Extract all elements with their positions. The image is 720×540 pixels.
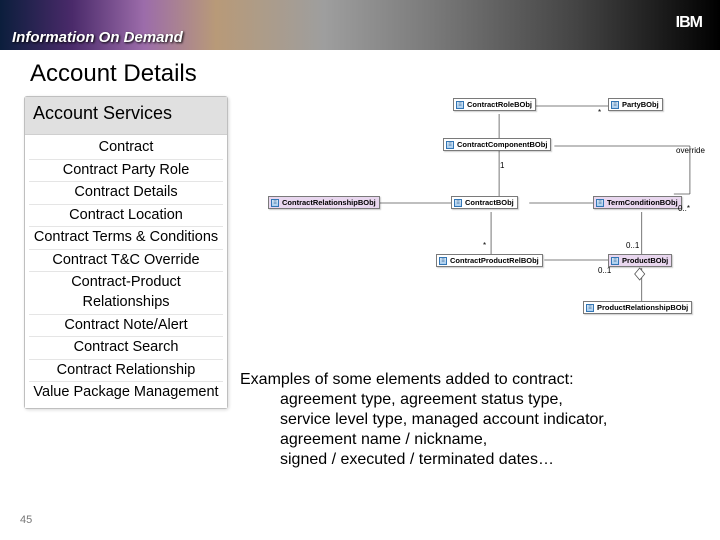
list-item: Contract Relationship: [29, 359, 223, 382]
uml-label: PartyBObj: [622, 100, 659, 109]
class-icon: ≡: [611, 101, 619, 109]
uml-label: ContractBObj: [465, 198, 514, 207]
uml-label: ProductRelationshipBObj: [597, 303, 688, 312]
account-services-panel: Account Services Contract Contract Party…: [24, 96, 228, 409]
examples-lead: Examples of some elements added to contr…: [240, 370, 607, 390]
panel-list: Contract Contract Party Role Contract De…: [25, 135, 227, 408]
mult-star: *: [483, 241, 486, 250]
uml-label: TermConditionBObj: [607, 198, 678, 207]
list-item: Contract Terms & Conditions: [29, 226, 223, 249]
mult-zero-one2: 0..1: [598, 266, 611, 275]
uml-box-product-relationship: ≡ ProductRelationshipBObj: [583, 301, 692, 314]
list-item: Contract Party Role: [29, 159, 223, 182]
uml-box-contract-product-rel: ≡ ContractProductRelBObj: [436, 254, 543, 267]
uml-box-contract-relationship: ≡ ContractRelationshipBObj: [268, 196, 380, 209]
uml-box-party: ≡ PartyBObj: [608, 98, 663, 111]
panel-header: Account Services: [25, 97, 227, 135]
mult-zero-star: 0..*: [678, 204, 690, 213]
mult-one: 1: [500, 161, 504, 170]
uml-diagram: ≡ ContractRoleBObj ≡ PartyBObj ≡ Contrac…: [238, 96, 710, 346]
class-icon: ≡: [446, 141, 454, 149]
list-item: Contract T&C Override: [29, 249, 223, 272]
content-row: Account Services Contract Contract Party…: [0, 96, 720, 409]
list-item: Contract-Product Relationships: [29, 271, 223, 313]
examples-text: Examples of some elements added to contr…: [240, 370, 607, 470]
uml-label: ProductBObj: [622, 256, 668, 265]
uml-label: ContractRelationshipBObj: [282, 198, 376, 207]
class-icon: ≡: [454, 199, 462, 207]
banner: Information On Demand IBM: [0, 0, 720, 50]
mult-zero-one: 0..1: [626, 241, 639, 250]
class-icon: ≡: [596, 199, 604, 207]
ibm-logo: IBM: [676, 14, 702, 32]
uml-label: ContractRoleBObj: [467, 100, 532, 109]
uml-box-contract-component: ≡ ContractComponentBObj: [443, 138, 551, 151]
list-item: Value Package Management: [29, 381, 223, 404]
class-icon: ≡: [456, 101, 464, 109]
class-icon: ≡: [271, 199, 279, 207]
examples-line: agreement name / nickname,: [280, 430, 607, 450]
class-icon: ≡: [439, 257, 447, 265]
uml-label: ContractComponentBObj: [457, 140, 547, 149]
examples-line: service level type, managed account indi…: [280, 410, 607, 430]
page-title: Account Details: [30, 60, 720, 88]
banner-title: Information On Demand: [12, 29, 183, 46]
page-number: 45: [20, 514, 32, 526]
mult-star2: *: [598, 108, 601, 117]
uml-box-contract-role: ≡ ContractRoleBObj: [453, 98, 536, 111]
uml-box-term-condition: ≡ TermConditionBObj: [593, 196, 682, 209]
class-icon: ≡: [611, 257, 619, 265]
examples-line: agreement type, agreement status type,: [280, 390, 607, 410]
list-item: Contract Details: [29, 181, 223, 204]
uml-label: ContractProductRelBObj: [450, 256, 539, 265]
uml-box-contract: ≡ ContractBObj: [451, 196, 518, 209]
examples-line: signed / executed / terminated dates…: [280, 450, 607, 470]
class-icon: ≡: [586, 304, 594, 312]
label-override: override: [676, 146, 705, 155]
uml-box-product: ≡ ProductBObj: [608, 254, 672, 267]
list-item: Contract Location: [29, 204, 223, 227]
list-item: Contract Note/Alert: [29, 314, 223, 337]
list-item: Contract: [29, 137, 223, 159]
list-item: Contract Search: [29, 336, 223, 359]
